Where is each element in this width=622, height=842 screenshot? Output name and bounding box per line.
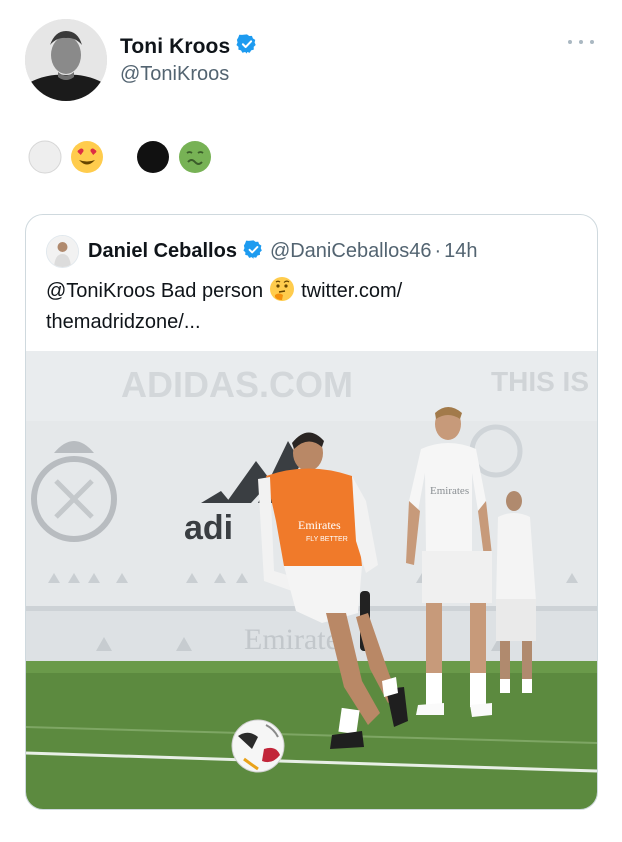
author-display-name[interactable]: Toni Kroos: [120, 35, 230, 59]
black-circle-icon: [137, 141, 169, 173]
author-handle[interactable]: @ToniKroos: [120, 63, 229, 86]
quoted-separator: ·: [434, 240, 442, 262]
svg-text:adi: adi: [184, 509, 233, 547]
more-options-icon[interactable]: [568, 34, 594, 50]
banner-left-text: ADIDAS.COM: [121, 364, 353, 405]
bib-sponsor-text: Emirates: [298, 518, 341, 532]
quoted-tweet-text: @ToniKroos Bad person twitter.com/ thema…: [46, 276, 576, 338]
nauseated-face-icon: [179, 141, 211, 173]
quoted-body-text: Bad person: [160, 280, 264, 302]
svg-text:Emirates: Emirates: [430, 485, 469, 497]
banner-right-text: THIS IS GR: [491, 366, 597, 397]
verified-badge-icon: [236, 33, 258, 60]
bib-slogan-text: FLY BETTER: [306, 536, 348, 543]
quoted-link-continued[interactable]: themadridzone/...: [46, 311, 201, 333]
thinking-face-icon: [270, 277, 295, 301]
author-avatar[interactable]: [25, 19, 107, 101]
football-icon: [231, 719, 285, 773]
white-circle-icon: [28, 140, 62, 174]
quoted-tweet-photo[interactable]: ADIDAS.COM THIS IS GR adi: [26, 351, 597, 809]
quoted-verified-badge-icon: [243, 239, 264, 265]
quoted-display-name[interactable]: Daniel Ceballos: [88, 240, 237, 263]
quoted-avatar[interactable]: [46, 235, 79, 268]
quoted-handle[interactable]: @DaniCeballos46: [270, 240, 432, 263]
mention-link[interactable]: @ToniKroos: [46, 280, 155, 302]
quoted-link[interactable]: twitter.com/: [301, 280, 402, 302]
quoted-timestamp[interactable]: 14h: [444, 240, 477, 263]
heart-eyes-face-icon: [71, 141, 103, 173]
quoted-tweet-card[interactable]: Daniel Ceballos @DaniCeballos46 · 14h @T…: [25, 214, 598, 810]
